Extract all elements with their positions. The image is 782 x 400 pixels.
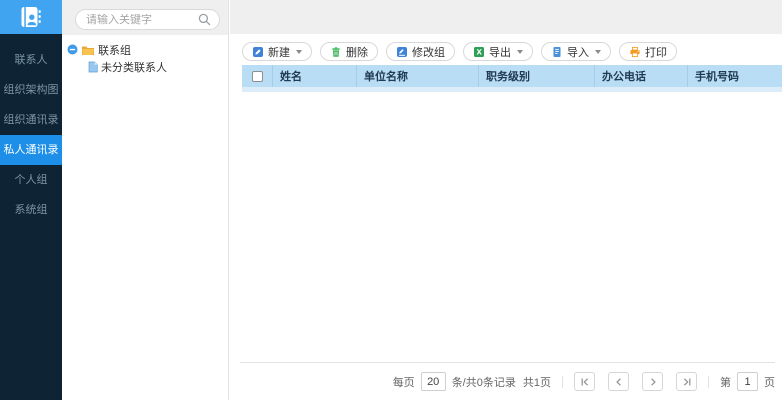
group-tree: 联系组 未分类联系人	[62, 35, 228, 73]
app-logo[interactable]	[0, 0, 62, 34]
sidebar-item-org-directory[interactable]: 组织通讯录	[0, 105, 62, 135]
print-button-label: 打印	[645, 44, 667, 60]
per-page-label: 每页	[393, 374, 415, 390]
sidebar-item-org-chart[interactable]: 组织架构图	[0, 75, 62, 105]
search-box	[75, 9, 220, 30]
page-number-input[interactable]	[737, 372, 758, 391]
sidebar-nav: 联系人 组织架构图 组织通讯录 私人通讯录 个人组 系统组	[0, 45, 62, 225]
file-icon	[88, 61, 98, 73]
sidebar-item-private-directory[interactable]: 私人通讯录	[0, 135, 62, 165]
column-header-name[interactable]: 姓名	[273, 65, 357, 87]
import-doc-icon	[551, 46, 563, 58]
print-button[interactable]: 打印	[619, 42, 677, 61]
last-page-button[interactable]	[676, 372, 697, 391]
import-button-label: 导入	[567, 44, 589, 60]
printer-icon	[629, 46, 641, 58]
trash-icon	[330, 46, 342, 58]
export-excel-icon	[473, 46, 485, 58]
group-panel: 联系组 未分类联系人	[62, 0, 229, 400]
app-window: 联系人 组织架构图 组织通讯录 私人通讯录 个人组 系统组	[0, 0, 782, 400]
collapse-minus-icon[interactable]	[67, 44, 78, 55]
delete-button-label: 删除	[346, 44, 368, 60]
delete-button[interactable]: 删除	[320, 42, 378, 61]
search-bar-area	[62, 0, 228, 35]
page-size-input[interactable]	[421, 372, 446, 391]
select-all-checkbox[interactable]	[252, 71, 263, 82]
table-header: 姓名 单位名称 职务级别 办公电话 手机号码	[242, 65, 782, 87]
sidebar-item-contacts[interactable]: 联系人	[0, 45, 62, 75]
tree-item-row[interactable]: 未分类联系人	[67, 60, 228, 73]
import-button[interactable]: 导入	[541, 42, 611, 61]
search-icon[interactable]	[198, 13, 211, 26]
caret-down-icon	[296, 50, 302, 54]
last-page-icon	[682, 377, 692, 387]
main-top-strip	[230, 0, 782, 34]
new-doc-icon	[252, 46, 264, 58]
caret-down-icon	[517, 50, 523, 54]
caret-down-icon	[595, 50, 601, 54]
page-suffix-label: 页	[764, 374, 775, 390]
divider	[562, 376, 563, 388]
search-input[interactable]	[76, 14, 198, 26]
total-pages-label: 共1页	[523, 374, 551, 390]
folder-icon	[81, 44, 95, 56]
prev-page-icon	[614, 377, 624, 387]
column-header-rank[interactable]: 职务级别	[479, 65, 595, 87]
sidebar-item-system-group[interactable]: 系统组	[0, 195, 62, 225]
next-page-icon	[648, 377, 658, 387]
column-header-unit[interactable]: 单位名称	[357, 65, 479, 87]
tree-item-label[interactable]: 未分类联系人	[101, 59, 167, 75]
divider	[708, 376, 709, 388]
table-body-empty	[230, 92, 782, 357]
select-all-cell	[242, 65, 273, 87]
column-header-office-phone[interactable]: 办公电话	[595, 65, 688, 87]
export-button[interactable]: 导出	[463, 42, 533, 61]
records-count-label: 条/共0条记录	[452, 374, 516, 390]
tree-root-row[interactable]: 联系组	[67, 43, 228, 56]
new-button-label: 新建	[268, 44, 290, 60]
toolbar: 新建 删除	[230, 34, 782, 61]
column-header-mobile[interactable]: 手机号码	[688, 65, 782, 87]
new-button[interactable]: 新建	[242, 42, 312, 61]
pagination-bar: 每页 条/共0条记录 共1页	[240, 362, 775, 400]
modify-group-button-label: 修改组	[412, 44, 445, 60]
main-area: 新建 删除	[230, 0, 782, 400]
prev-page-button[interactable]	[608, 372, 629, 391]
page-prefix-label: 第	[720, 374, 731, 390]
address-book-icon	[18, 4, 44, 30]
export-button-label: 导出	[489, 44, 511, 60]
first-page-icon	[580, 377, 590, 387]
tree-root-label[interactable]: 联系组	[98, 42, 131, 58]
next-page-button[interactable]	[642, 372, 663, 391]
sidebar: 联系人 组织架构图 组织通讯录 私人通讯录 个人组 系统组	[0, 0, 62, 400]
first-page-button[interactable]	[574, 372, 595, 391]
modify-group-button[interactable]: 修改组	[386, 42, 455, 61]
sidebar-item-personal-group[interactable]: 个人组	[0, 165, 62, 195]
edit-icon	[396, 46, 408, 58]
